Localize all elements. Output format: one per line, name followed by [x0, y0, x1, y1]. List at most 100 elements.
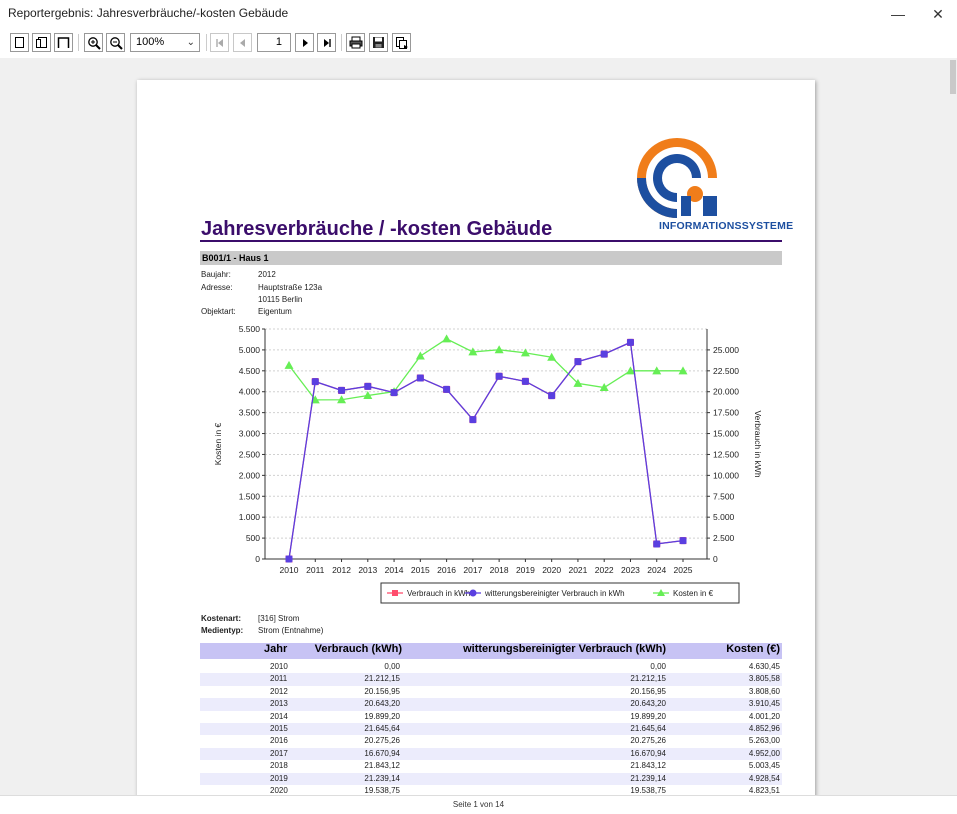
zoom-out-button[interactable]	[106, 33, 125, 52]
data-point-witterung	[679, 537, 687, 545]
left-tick-label: 5.000	[239, 345, 261, 355]
table-row: 2017 16.670,94 16.670,94 4.952,00	[200, 747, 782, 761]
cell-jahr: 2010	[270, 662, 288, 671]
cell-witterung: 21.212,15	[630, 674, 666, 684]
cell-jahr: 2018	[270, 761, 288, 771]
right-tick-label: 25.000	[713, 345, 739, 355]
legend-marker	[392, 590, 398, 596]
cell-jahr: 2017	[270, 748, 288, 758]
cell-witterung: 21.645,64	[630, 724, 666, 733]
prev-page-button[interactable]	[233, 33, 252, 52]
table-row: 2013 20.643,20 20.643,20 3.910,45	[200, 698, 782, 711]
two-page-icon	[36, 37, 47, 48]
cell-kosten: 4.928,54	[748, 773, 780, 783]
x-tick-label: 2018	[490, 565, 509, 575]
zoom-in-button[interactable]	[84, 33, 103, 52]
col-header-kosten: Kosten (€)	[726, 643, 780, 655]
cell-witterung: 20.275,26	[630, 736, 666, 746]
zoom-in-icon	[87, 36, 101, 50]
full-page-icon	[57, 37, 70, 48]
info-value-city: 10115 Berlin	[258, 295, 303, 304]
cell-verbrauch: 21.212,15	[364, 674, 400, 684]
minimize-button[interactable]: —	[878, 0, 918, 28]
cell-jahr: 2016	[270, 736, 288, 746]
x-tick-label: 2012	[332, 565, 351, 575]
right-tick-label: 2.500	[713, 533, 735, 543]
last-page-button[interactable]	[317, 33, 336, 52]
data-point-witterung	[311, 378, 319, 386]
x-tick-label: 2024	[647, 565, 666, 575]
cell-jahr: 2012	[270, 686, 288, 696]
last-page-icon	[323, 38, 331, 47]
first-page-button[interactable]	[210, 33, 229, 52]
left-tick-label: 0	[255, 554, 260, 564]
zoom-select[interactable]: 100% ⌄	[130, 33, 200, 52]
cell-kosten: 4.001,20	[748, 711, 780, 721]
cell-verbrauch: 20.275,26	[364, 736, 400, 746]
info-value-objektart: Eigentum	[258, 307, 292, 316]
info-value-baujahr: 2012	[258, 270, 276, 279]
right-tick-label: 20.000	[713, 387, 739, 397]
cell-verbrauch: 0,00	[384, 662, 400, 671]
toolbar-separator	[206, 34, 207, 51]
data-point-witterung	[364, 382, 372, 390]
cell-kosten: 4.852,96	[748, 724, 780, 733]
data-point-witterung	[600, 350, 608, 358]
col-header-jahr: Jahr	[264, 643, 288, 655]
cell-witterung: 19.899,20	[630, 711, 666, 721]
right-tick-label: 12.500	[713, 449, 739, 459]
legend-marker	[469, 589, 477, 597]
series-line-2	[288, 338, 683, 401]
single-page-icon	[15, 37, 24, 48]
data-point-witterung	[338, 386, 346, 394]
consumption-chart: 0 500 1.000 1.500 2.000 2.500 3.000 3.500 4.000 4…	[213, 324, 763, 604]
medientyp-label: Medientyp:	[201, 626, 244, 635]
left-tick-label: 4.500	[239, 366, 261, 376]
cell-kosten: 4.823,51	[748, 786, 780, 795]
report-viewer: INFORMATIONSSYSTEME Jahresverbräuche / -…	[0, 58, 949, 795]
data-point-witterung	[285, 555, 293, 563]
single-page-button[interactable]	[10, 33, 29, 52]
x-tick-label: 2015	[411, 565, 430, 575]
cell-jahr: 2019	[270, 773, 288, 783]
medientyp-value: Strom (Entnahme)	[258, 626, 324, 635]
cell-kosten: 5.263,00	[748, 736, 780, 746]
scrollbar-thumb[interactable]	[950, 60, 956, 94]
right-tick-label: 7.500	[713, 491, 735, 501]
x-tick-label: 2019	[516, 565, 535, 575]
cell-kosten: 4.630,45	[748, 662, 780, 671]
two-page-button[interactable]	[32, 33, 51, 52]
x-tick-label: 2010	[280, 565, 299, 575]
cell-verbrauch: 19.538,75	[364, 786, 400, 795]
legend-label: Verbrauch in kWh	[407, 589, 470, 598]
x-tick-label: 2020	[542, 565, 561, 575]
toolbar-separator	[78, 34, 79, 51]
save-button[interactable]	[369, 33, 388, 52]
print-button[interactable]	[346, 33, 365, 52]
cell-kosten: 3.910,45	[748, 699, 780, 709]
export-button[interactable]	[392, 33, 411, 52]
info-label-baujahr: Baujahr:	[201, 270, 231, 279]
prev-page-icon	[239, 38, 245, 47]
left-tick-label: 2.500	[239, 449, 261, 459]
data-point-kosten	[284, 360, 294, 369]
data-point-witterung	[416, 374, 424, 382]
cell-witterung: 20.643,20	[630, 699, 666, 709]
cell-verbrauch: 20.156,95	[364, 686, 400, 696]
y-axis-right-title: Verbrauch in kWh	[753, 410, 763, 477]
info-value-street: Hauptstraße 123a	[258, 283, 323, 292]
report-title: Jahresverbräuche / -kosten Gebäude	[201, 218, 553, 240]
full-page-button[interactable]	[54, 33, 73, 52]
page-number-input[interactable]: 1	[257, 33, 291, 52]
title-divider	[200, 240, 782, 242]
close-button[interactable]: ✕	[918, 0, 957, 28]
x-tick-label: 2025	[674, 565, 693, 575]
next-page-button[interactable]	[295, 33, 314, 52]
kostenart-value: [316] Strom	[258, 614, 300, 623]
data-point-witterung	[548, 392, 556, 400]
left-tick-label: 3.500	[239, 408, 261, 418]
info-label-adresse: Adresse:	[201, 283, 233, 292]
cell-kosten: 3.808,60	[748, 686, 780, 696]
cell-verbrauch: 21.843,12	[364, 761, 400, 771]
vertical-scrollbar[interactable]	[949, 58, 957, 795]
